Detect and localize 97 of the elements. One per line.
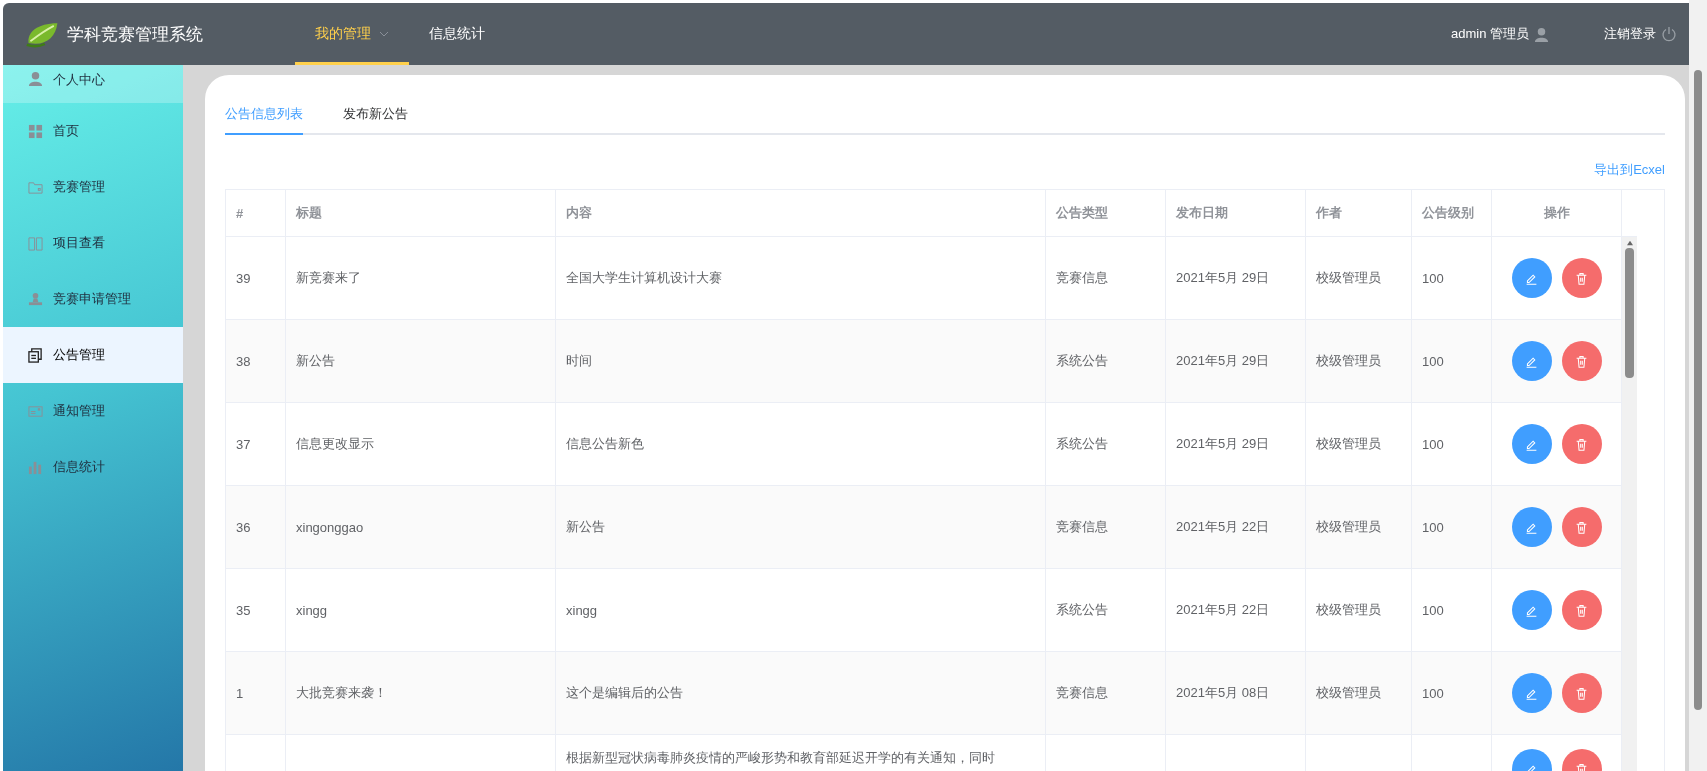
trash-icon bbox=[1575, 354, 1588, 368]
sidebar-item[interactable]: 信息统计 bbox=[3, 439, 183, 495]
level-cell: 100 bbox=[1422, 519, 1444, 535]
grid-icon bbox=[28, 123, 43, 139]
column-header: 发布日期 bbox=[1166, 190, 1306, 237]
stamp-icon bbox=[28, 291, 43, 307]
sidebar-item[interactable]: 竞赛申请管理 bbox=[3, 271, 183, 327]
folder-icon bbox=[28, 179, 43, 195]
nav-menu-item[interactable]: 信息统计 bbox=[409, 3, 505, 65]
delete-button[interactable] bbox=[1561, 590, 1602, 630]
title-cell: xingonggao bbox=[296, 519, 364, 535]
edit-button[interactable] bbox=[1511, 507, 1552, 547]
trash-icon bbox=[1575, 271, 1588, 285]
delete-button[interactable] bbox=[1561, 341, 1602, 381]
level-cell: 100 bbox=[1422, 685, 1444, 701]
scroll-up-arrow-icon[interactable] bbox=[1625, 240, 1634, 246]
column-header: 作者 bbox=[1306, 190, 1412, 237]
sidebar-item[interactable]: 项目查看 bbox=[3, 215, 183, 271]
book-icon bbox=[28, 235, 43, 251]
content-cell: 根据新型冠状病毒肺炎疫情的严峻形势和教育部延迟开学的有关通知，同时 bbox=[566, 749, 995, 767]
sidebar-item[interactable]: 竞赛管理 bbox=[3, 159, 183, 215]
author-cell: 校级管理员 bbox=[1316, 435, 1381, 453]
content-cell: 这个是编辑后的公告 bbox=[566, 684, 683, 702]
sidebar-item[interactable]: 通知管理 bbox=[3, 383, 183, 439]
date-cell: 2021年5月 22日 bbox=[1176, 518, 1270, 536]
title-cell: 大批竞赛来袭！ bbox=[296, 684, 387, 702]
author-cell: 校级管理员 bbox=[1316, 269, 1381, 287]
author-cell: 校级管理员 bbox=[1316, 518, 1381, 536]
row-number: 35 bbox=[236, 602, 251, 618]
date-cell: 2021年5月 29日 bbox=[1176, 269, 1270, 287]
column-header: # bbox=[226, 190, 286, 237]
title-cell: 新公告 bbox=[296, 352, 335, 370]
content-cell: 信息公告新色 bbox=[566, 435, 644, 453]
scroll-thumb[interactable] bbox=[1694, 70, 1702, 710]
row-number: 39 bbox=[236, 270, 251, 286]
title-cell: xingg bbox=[296, 602, 328, 618]
type-cell: 系统公告 bbox=[1056, 601, 1108, 619]
bar-chart-icon bbox=[28, 459, 43, 475]
column-header: 内容 bbox=[556, 190, 1046, 237]
trash-icon bbox=[1575, 603, 1588, 617]
trash-icon bbox=[1575, 520, 1588, 534]
page-scrollbar[interactable] bbox=[1689, 0, 1707, 771]
power-icon[interactable] bbox=[1661, 26, 1677, 42]
trash-icon bbox=[1575, 686, 1588, 700]
author-cell: 校级管理员 bbox=[1316, 684, 1381, 702]
column-header: 公告级别 bbox=[1412, 190, 1492, 237]
card-icon bbox=[28, 403, 43, 419]
row-number: 1 bbox=[236, 685, 244, 701]
title-cell: 信息更改显示 bbox=[296, 435, 374, 453]
sidebar-item[interactable]: 公告管理 bbox=[3, 327, 183, 383]
author-cell: 校级管理员 bbox=[1316, 352, 1381, 370]
user-name[interactable]: admin 管理员 bbox=[1450, 25, 1529, 43]
title-cell: 新竞赛来了 bbox=[296, 269, 361, 287]
type-cell: 竞赛信息 bbox=[1056, 518, 1108, 536]
edit-button[interactable] bbox=[1511, 341, 1552, 381]
date-cell: 2021年5月 08日 bbox=[1176, 684, 1270, 702]
edit-button[interactable] bbox=[1511, 424, 1552, 464]
row-number: 37 bbox=[236, 436, 251, 452]
level-cell: 100 bbox=[1422, 602, 1444, 618]
delete-button[interactable] bbox=[1561, 258, 1602, 298]
edit-button[interactable] bbox=[1511, 673, 1552, 713]
type-cell: 系统公告 bbox=[1056, 352, 1108, 370]
type-cell: 竞赛信息 bbox=[1056, 269, 1108, 287]
app-title: 学科竞赛管理系统 bbox=[67, 23, 203, 46]
content-cell: 新公告 bbox=[566, 518, 605, 536]
row-number: 36 bbox=[236, 519, 251, 535]
content-cell: 时间 bbox=[566, 352, 592, 370]
document-icon bbox=[28, 347, 43, 363]
edit-button[interactable] bbox=[1511, 258, 1552, 298]
sidebar-item[interactable]: 首页 bbox=[3, 103, 183, 159]
logout-link[interactable]: 注销登录 bbox=[1604, 25, 1656, 43]
level-cell: 100 bbox=[1422, 436, 1444, 452]
tab[interactable]: 发布新公告 bbox=[343, 105, 408, 135]
delete-button[interactable] bbox=[1561, 424, 1602, 464]
scroll-thumb[interactable] bbox=[1625, 248, 1634, 378]
type-cell: 系统公告 bbox=[1056, 435, 1108, 453]
table-scrollbar[interactable] bbox=[1622, 237, 1637, 771]
person-icon bbox=[28, 71, 43, 86]
level-cell: 100 bbox=[1422, 353, 1444, 369]
level-cell: 100 bbox=[1422, 270, 1444, 286]
date-cell: 2021年5月 29日 bbox=[1176, 435, 1270, 453]
sidebar-item[interactable]: 个人中心 bbox=[3, 65, 183, 103]
date-cell: 2021年5月 29日 bbox=[1176, 352, 1270, 370]
author-cell: 校级管理员 bbox=[1316, 601, 1381, 619]
row-number: 38 bbox=[236, 353, 251, 369]
delete-button[interactable] bbox=[1561, 507, 1602, 547]
delete-button[interactable] bbox=[1561, 673, 1602, 713]
content-cell: 全国大学生计算机设计大赛 bbox=[566, 269, 722, 287]
column-header: 公告类型 bbox=[1046, 190, 1166, 237]
type-cell: 竞赛信息 bbox=[1056, 684, 1108, 702]
user-icon bbox=[1534, 26, 1549, 42]
date-cell: 2021年5月 22日 bbox=[1176, 601, 1270, 619]
content-cell: xingg bbox=[566, 602, 598, 618]
trash-icon bbox=[1575, 437, 1588, 451]
edit-button[interactable] bbox=[1511, 590, 1552, 630]
column-header: 操作 bbox=[1492, 190, 1622, 237]
column-header: 标题 bbox=[286, 190, 556, 237]
